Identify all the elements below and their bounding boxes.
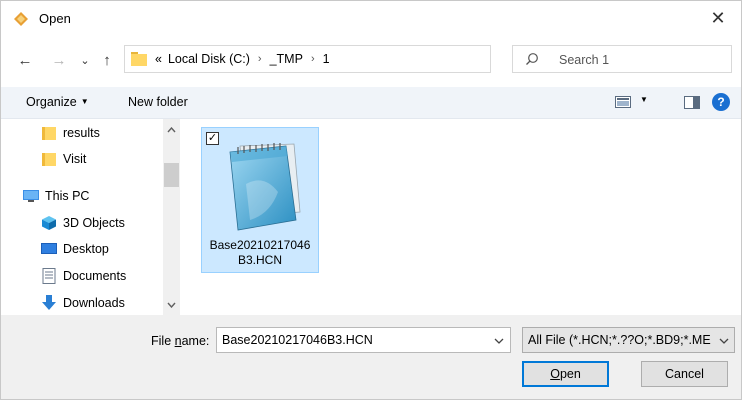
breadcrumb: « Local Disk (C:) › _TMP › 1 bbox=[155, 52, 330, 66]
file-name-label-part: File bbox=[151, 334, 175, 348]
file-type-value: All File (*.HCN;*.??O;*.BD9;*.ME bbox=[528, 333, 711, 347]
notepad-icon bbox=[229, 143, 301, 231]
sidebar-item-desktop[interactable]: Desktop bbox=[41, 237, 109, 261]
sidebar-item-label: Documents bbox=[63, 269, 127, 283]
title-bar: Open ✕ bbox=[1, 1, 741, 35]
breadcrumb-separator[interactable]: › bbox=[258, 53, 262, 65]
scrollbar-thumb[interactable] bbox=[164, 163, 179, 187]
sidebar-item-visit[interactable]: Visit bbox=[41, 147, 86, 171]
window-title: Open bbox=[39, 11, 71, 26]
file-name-field[interactable]: Base20210217046B3.HCN bbox=[222, 333, 373, 347]
computer-icon bbox=[23, 190, 39, 202]
app-icon bbox=[14, 12, 28, 26]
documents-icon bbox=[42, 268, 56, 284]
organize-label: Organize bbox=[26, 95, 77, 109]
chevron-down-icon[interactable] bbox=[719, 336, 729, 346]
folder-icon bbox=[42, 153, 56, 166]
help-icon[interactable]: ? bbox=[712, 93, 730, 111]
up-arrow-icon: ↑ bbox=[103, 51, 111, 69]
cube-icon bbox=[42, 216, 56, 230]
file-type-select[interactable]: All File (*.HCN;*.??O;*.BD9;*.ME bbox=[522, 327, 735, 353]
sidebar-item-label: results bbox=[63, 126, 100, 140]
chevron-down-icon: ⌄ bbox=[80, 54, 90, 67]
download-icon bbox=[42, 295, 56, 310]
new-folder-button[interactable]: New folder bbox=[128, 95, 188, 109]
file-item[interactable]: ✓ Base20210217046 B3.HCN bbox=[201, 127, 319, 273]
file-name-line: B3.HCN bbox=[237, 253, 282, 267]
sidebar-item-3d-objects[interactable]: 3D Objects bbox=[41, 211, 125, 235]
breadcrumb-local-disk[interactable]: Local Disk (C:) bbox=[168, 52, 250, 66]
chevron-down-icon[interactable] bbox=[494, 336, 504, 346]
back-arrow-icon: ← bbox=[17, 51, 33, 69]
open-button[interactable]: Open bbox=[522, 361, 609, 387]
folder-icon bbox=[42, 127, 56, 140]
scroll-up-icon[interactable] bbox=[163, 121, 180, 138]
search-box[interactable]: Search 1 bbox=[512, 45, 732, 73]
cancel-button[interactable]: Cancel bbox=[641, 361, 728, 387]
sidebar-item-label: Visit bbox=[63, 152, 87, 166]
caret-down-icon: ▼ bbox=[80, 97, 89, 106]
desktop-icon bbox=[41, 243, 57, 254]
file-name-label-part: ame: bbox=[181, 334, 210, 348]
forward-arrow-icon: → bbox=[51, 51, 67, 69]
command-bar: Organize ▼ New folder ▼ ? bbox=[1, 87, 741, 119]
sidebar-item-documents[interactable]: Documents bbox=[41, 264, 126, 288]
sidebar-item-label: This PC bbox=[45, 189, 90, 203]
sidebar-item-downloads[interactable]: Downloads bbox=[41, 291, 125, 315]
address-bar[interactable]: « Local Disk (C:) › _TMP › 1 bbox=[124, 45, 605, 73]
navigation-pane: results Visit This PC 3D Objects Desktop… bbox=[1, 119, 183, 315]
breadcrumb-1[interactable]: 1 bbox=[323, 52, 330, 66]
up-button[interactable]: ↑ bbox=[95, 49, 119, 71]
help-glyph: ? bbox=[717, 95, 725, 109]
search-input[interactable]: Search 1 bbox=[559, 53, 609, 67]
dialog-footer: File name: Base20210217046B3.HCN All Fil… bbox=[1, 315, 741, 399]
sidebar-item-label: Downloads bbox=[63, 296, 125, 310]
scroll-down-icon[interactable] bbox=[163, 296, 180, 313]
organize-button[interactable]: Organize ▼ bbox=[26, 95, 89, 109]
close-button[interactable]: ✕ bbox=[695, 1, 741, 35]
view-options-dropdown[interactable]: ▼ bbox=[640, 95, 648, 104]
sidebar-item-results[interactable]: results bbox=[41, 121, 100, 145]
navigation-scrollbar[interactable] bbox=[163, 119, 180, 315]
file-name-label: Base20210217046 B3.HCN bbox=[202, 238, 318, 268]
breadcrumb-overflow[interactable]: « bbox=[155, 52, 162, 66]
forward-button[interactable]: → bbox=[47, 49, 71, 71]
open-label-accesskey: O bbox=[550, 367, 560, 381]
back-button[interactable]: ← bbox=[13, 49, 37, 71]
breadcrumb-separator[interactable]: › bbox=[311, 53, 315, 65]
close-icon: ✕ bbox=[710, 7, 726, 28]
recent-locations-button[interactable]: ⌄ bbox=[73, 49, 97, 71]
address-row: ← → ⌄ ↑ « Local Disk (C:) › _TMP › 1 Sea… bbox=[1, 41, 741, 79]
sidebar-item-label: 3D Objects bbox=[63, 216, 125, 230]
sidebar-item-label: Desktop bbox=[63, 242, 109, 256]
file-name-label-accesskey: n bbox=[174, 334, 182, 348]
breadcrumb-tmp[interactable]: _TMP bbox=[270, 52, 303, 66]
folder-icon bbox=[131, 52, 147, 66]
sidebar-item-this-pc[interactable]: This PC bbox=[23, 184, 89, 208]
preview-pane-icon[interactable] bbox=[684, 96, 700, 109]
search-icon bbox=[526, 53, 538, 65]
change-view-icon[interactable] bbox=[615, 96, 631, 108]
open-label: pen bbox=[559, 367, 581, 381]
file-name-label: File name: bbox=[151, 334, 209, 348]
file-list: ✓ Base20210217046 B3.HCN bbox=[183, 119, 741, 315]
file-name-combobox[interactable]: Base20210217046B3.HCN bbox=[216, 327, 511, 353]
file-name-line: Base20210217046 bbox=[209, 238, 311, 252]
open-dialog: Open ✕ ← → ⌄ ↑ « Local Disk (C:) › _TMP … bbox=[0, 0, 742, 400]
